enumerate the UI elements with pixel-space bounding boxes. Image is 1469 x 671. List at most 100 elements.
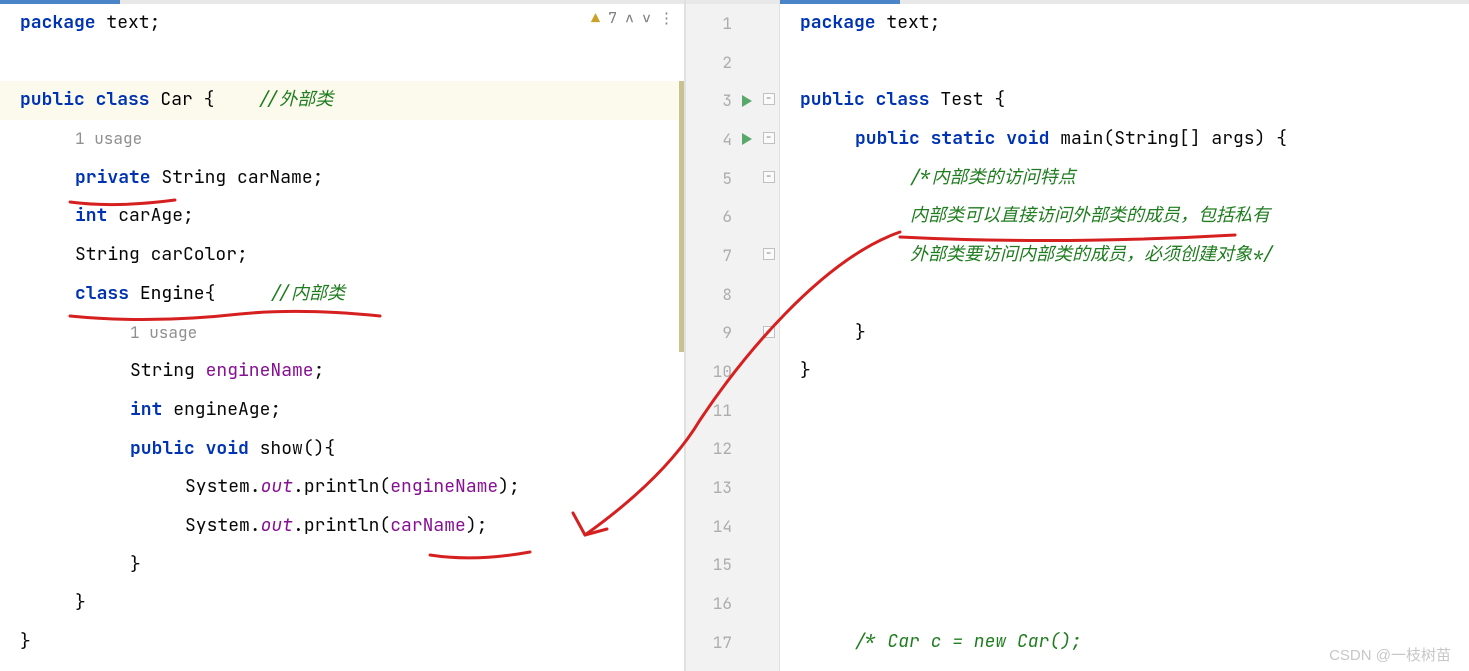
fold-icon[interactable] (763, 248, 775, 260)
gutter-row[interactable]: 14 (686, 507, 779, 546)
code-token: private (75, 159, 161, 198)
code-token: out (261, 507, 293, 546)
gutter-row[interactable]: 3 (686, 81, 779, 120)
code-token: engineName (206, 352, 314, 391)
code-line[interactable]: } (0, 546, 684, 585)
editor-pane-right: package text; public class Test {public s… (780, 0, 1469, 671)
gutter-row[interactable]: 16 (686, 584, 779, 623)
code-line[interactable]: System.out.println(engineName); (0, 468, 684, 507)
code-line[interactable] (780, 468, 1469, 507)
code-line[interactable] (780, 584, 1469, 623)
gutter-row[interactable]: 9 (686, 314, 779, 353)
code-line[interactable]: String carColor; (0, 236, 684, 275)
line-number: 7 (704, 245, 732, 266)
code-line[interactable]: int engineAge; (0, 391, 684, 430)
more-icon[interactable]: ⋮ (659, 8, 674, 28)
code-line[interactable]: public void show(){ (0, 430, 684, 469)
gutter-row[interactable]: 12 (686, 430, 779, 469)
code-line[interactable]: } (0, 584, 684, 623)
code-line[interactable]: private String carName; (0, 159, 684, 198)
code-line[interactable]: 内部类可以直接访问外部类的成员，包括私有 (780, 197, 1469, 236)
gutter-row[interactable]: 10 (686, 352, 779, 391)
line-number: 15 (704, 554, 732, 575)
fold-icon[interactable] (763, 171, 775, 183)
diff-marker (679, 275, 684, 314)
code-line[interactable]: 1 usage (0, 314, 684, 353)
editor-pane-left: ▲ 7 ∧ ∨ ⋮ package text; public class Car … (0, 0, 685, 671)
run-icon[interactable] (742, 133, 752, 145)
code-line[interactable]: package text; (780, 4, 1469, 43)
line-number: 14 (704, 516, 732, 537)
fold-icon[interactable] (763, 326, 775, 338)
code-line[interactable]: 1 usage (0, 120, 684, 159)
gutter-row[interactable]: 2 (686, 43, 779, 82)
code-line[interactable]: } (780, 314, 1469, 353)
fold-icon[interactable] (763, 132, 775, 144)
code-line[interactable]: class Engine{ //内部类 (0, 275, 684, 314)
code-line[interactable]: 外部类要访问内部类的成员，必须创建对象*/ (780, 236, 1469, 275)
code-token: } (20, 623, 31, 662)
inspection-badge[interactable]: ▲ 7 ∧ ∨ ⋮ (591, 8, 674, 28)
code-token: int (75, 197, 118, 236)
code-token: 1 usage (130, 314, 197, 353)
run-icon[interactable] (742, 95, 752, 107)
nav-down-icon[interactable]: ∨ (642, 8, 651, 28)
diff-marker (679, 197, 684, 236)
gutter-row[interactable]: 17 (686, 623, 779, 662)
code-token: carName; (237, 159, 323, 198)
code-line[interactable]: /*内部类的访问特点 (780, 159, 1469, 198)
code-token: (){ (303, 430, 335, 469)
line-number: 11 (704, 400, 732, 421)
code-line[interactable] (780, 391, 1469, 430)
diff-marker (679, 314, 684, 353)
code-token: main (1060, 120, 1103, 159)
code-area-left[interactable]: package text;public class Car { //外部类1 u… (0, 4, 684, 662)
code-token: Test { (940, 81, 1005, 120)
code-line[interactable]: public class Test { (780, 81, 1469, 120)
gutter-row[interactable]: 5 (686, 159, 779, 198)
gutter-row[interactable]: 6 (686, 197, 779, 236)
code-token: System. (185, 507, 261, 546)
code-token: carColor; (151, 236, 248, 275)
code-line[interactable]: int carAge; (0, 197, 684, 236)
code-line[interactable]: System.out.println(carName); (0, 507, 684, 546)
gutter-row[interactable]: 7 (686, 236, 779, 275)
code-token: ); (498, 468, 520, 507)
code-line[interactable]: public static void main(String[] args) { (780, 120, 1469, 159)
gutter-row[interactable]: 4 (686, 120, 779, 159)
code-line[interactable] (780, 546, 1469, 585)
code-line[interactable]: String engineName; (0, 352, 684, 391)
code-line[interactable] (780, 275, 1469, 314)
code-token: //外部类 (258, 81, 334, 120)
code-token: 外部类要访问内部类的成员，必须创建对象*/ (910, 236, 1274, 275)
nav-up-icon[interactable]: ∧ (625, 8, 634, 28)
line-number: 2 (704, 52, 732, 73)
diff-marker (679, 81, 684, 120)
code-token: String (161, 159, 237, 198)
code-line[interactable] (780, 43, 1469, 82)
code-token: } (800, 352, 811, 391)
code-token: /* Car c = new Car(); (855, 623, 1082, 662)
code-line[interactable]: } (780, 352, 1469, 391)
code-token: public static void (855, 120, 1060, 159)
code-line[interactable] (0, 43, 684, 82)
fold-icon[interactable] (763, 93, 775, 105)
gutter-row[interactable]: 15 (686, 546, 779, 585)
code-line[interactable]: public class Car { //外部类 (0, 81, 684, 120)
code-line[interactable]: package text; (0, 4, 684, 43)
gutter-row[interactable]: 8 (686, 275, 779, 314)
code-token: } (130, 546, 141, 585)
code-area-right[interactable]: package text; public class Test {public s… (780, 4, 1469, 662)
gutter-row[interactable]: 13 (686, 468, 779, 507)
line-number: 6 (704, 206, 732, 227)
code-token: class (75, 275, 140, 314)
gutter-row[interactable]: 1 (686, 4, 779, 43)
code-token: text; (106, 4, 160, 43)
code-line[interactable] (780, 507, 1469, 546)
code-line[interactable] (780, 430, 1469, 469)
code-line[interactable]: } (0, 623, 684, 662)
code-token: String (130, 352, 206, 391)
code-token: .println( (293, 507, 390, 546)
code-token: } (855, 314, 866, 353)
gutter-row[interactable]: 11 (686, 391, 779, 430)
